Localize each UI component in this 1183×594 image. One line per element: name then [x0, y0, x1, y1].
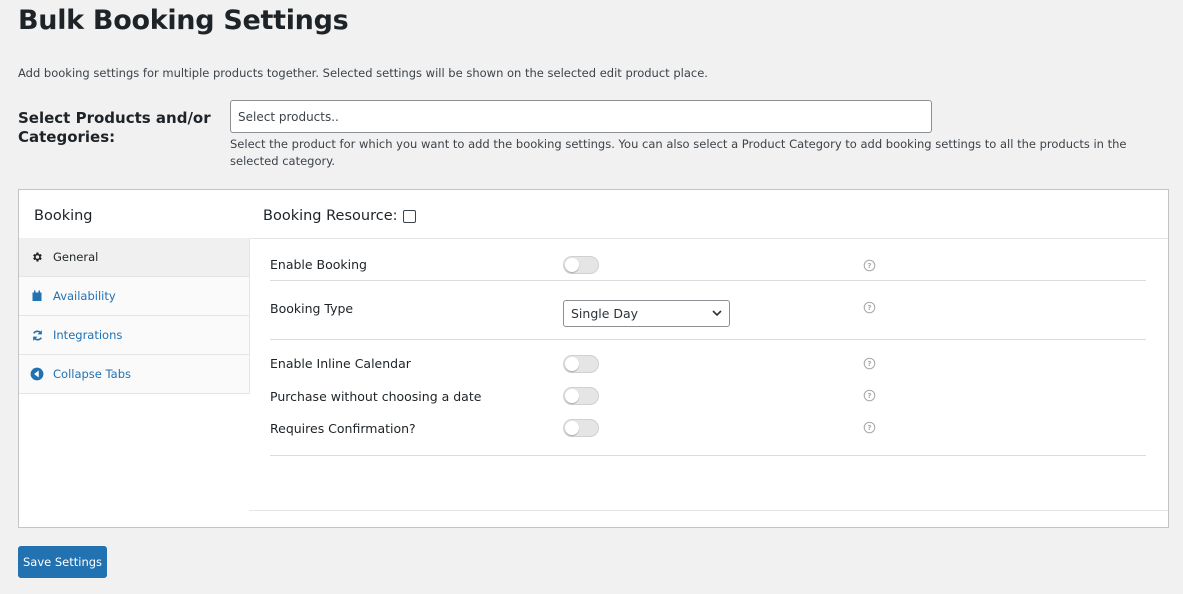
sync-icon: [30, 328, 44, 342]
purchase-without-date-toggle[interactable]: [563, 387, 599, 405]
svg-text:?: ?: [867, 261, 871, 270]
general-settings-content: Booking Resource: Enable Booking ? Booki…: [249, 190, 1168, 511]
svg-text:?: ?: [867, 391, 871, 400]
row-divider: [270, 339, 1146, 340]
help-icon[interactable]: ?: [863, 421, 876, 434]
purchase-without-date-label: Purchase without choosing a date: [270, 389, 482, 404]
page-description: Add booking settings for multiple produc…: [18, 66, 708, 80]
sidebar-nav: General Availability Integrations Collap…: [19, 238, 250, 394]
product-search-input[interactable]: [230, 100, 932, 133]
help-icon[interactable]: ?: [863, 301, 876, 314]
toggle-knob: [565, 389, 579, 403]
collapse-arrow-icon: [30, 367, 44, 381]
enable-booking-label: Enable Booking: [270, 257, 367, 272]
sidebar-item-label: General: [53, 250, 99, 264]
toggle-knob: [565, 258, 579, 272]
sidebar-item-general[interactable]: General: [19, 238, 249, 277]
sidebar-item-availability[interactable]: Availability: [19, 277, 249, 316]
booking-settings-panel: Booking General Availability Integration…: [18, 189, 1169, 528]
toggle-knob: [565, 357, 579, 371]
help-icon[interactable]: ?: [863, 357, 876, 370]
sidebar-item-label: Availability: [53, 289, 116, 303]
gear-icon: [30, 250, 44, 264]
help-icon[interactable]: ?: [863, 389, 876, 402]
requires-confirmation-label: Requires Confirmation?: [270, 421, 416, 436]
sidebar-item-integrations[interactable]: Integrations: [19, 316, 249, 355]
sidebar-item-label: Collapse Tabs: [53, 367, 131, 381]
requires-confirmation-toggle[interactable]: [563, 419, 599, 437]
sidebar-item-label: Integrations: [53, 328, 123, 342]
enable-inline-calendar-toggle[interactable]: [563, 355, 599, 373]
calendar-icon: [30, 289, 44, 303]
help-icon[interactable]: ?: [863, 259, 876, 272]
content-divider: [249, 238, 1168, 239]
svg-text:?: ?: [867, 423, 871, 432]
booking-type-value: Single Day: [571, 306, 639, 321]
product-select-label: Select Products and/or Categories:: [18, 109, 211, 146]
sidebar-title: Booking: [34, 208, 93, 224]
svg-text:?: ?: [867, 303, 871, 312]
save-settings-button[interactable]: Save Settings: [18, 546, 107, 578]
page-title: Bulk Booking Settings: [18, 5, 349, 36]
booking-type-label: Booking Type: [270, 301, 354, 316]
sidebar-item-collapse-tabs[interactable]: Collapse Tabs: [19, 355, 249, 394]
chevron-down-icon: [712, 310, 722, 317]
booking-resource-checkbox[interactable]: [402, 209, 416, 223]
enable-inline-calendar-label: Enable Inline Calendar: [270, 356, 411, 371]
booking-resource-label: Booking Resource:: [263, 208, 398, 224]
booking-resource-row: Booking Resource:: [263, 208, 416, 224]
booking-type-select[interactable]: Single Day: [563, 300, 730, 327]
row-divider: [270, 280, 1146, 281]
booking-sidebar: Booking General Availability Integration…: [19, 190, 250, 527]
toggle-knob: [565, 421, 579, 435]
svg-text:?: ?: [867, 359, 871, 368]
row-divider: [270, 455, 1146, 456]
product-select-help: Select the product for which you want to…: [230, 137, 1127, 168]
enable-booking-toggle[interactable]: [563, 256, 599, 274]
